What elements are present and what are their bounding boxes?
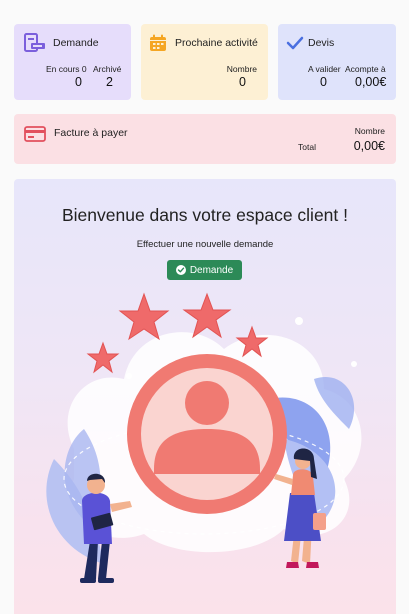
demande-archive-value: 2: [106, 75, 113, 89]
devis-card-title: Devis: [308, 37, 335, 49]
facture-total-value: 0,00€: [353, 139, 385, 153]
welcome-subtitle: Effectuer une nouvelle demande: [136, 239, 274, 250]
calendar-icon: [149, 34, 167, 57]
demande-en-cours-label: En cours 0: [46, 64, 87, 74]
devis-acompte-value: 0,00€: [355, 75, 387, 89]
check-circle-icon: [175, 265, 186, 275]
activite-card[interactable]: Prochaine activité Nombre 0: [141, 24, 268, 100]
checkmark-icon: [286, 36, 304, 55]
facture-total-label: Total: [298, 142, 316, 152]
activite-card-title: Prochaine activité: [175, 37, 258, 49]
activite-nombre-label: Nombre: [226, 64, 257, 74]
clipboard-form-icon: [24, 33, 46, 58]
facture-nombre-label: Nombre: [354, 126, 385, 136]
star-icon: [118, 292, 170, 341]
devis-a-valider-label: A valider: [308, 64, 341, 74]
demande-en-cours-value: 0: [75, 75, 82, 89]
avatar-head-icon: [185, 381, 229, 425]
star-icon: [86, 341, 120, 374]
demande-card-title: Demande: [53, 37, 99, 49]
decor-dot: [126, 373, 132, 379]
devis-a-valider-value: 0: [320, 75, 327, 89]
devis-acompte-label: Acompte à: [345, 64, 386, 74]
welcome-title: Bienvenue dans votre espace client !: [61, 205, 348, 225]
devis-card[interactable]: Devis A valider Acompte à 0 0,00€: [278, 24, 396, 100]
decor-dot: [295, 317, 303, 325]
new-demande-button[interactable]: Demande: [167, 260, 242, 280]
welcome-panel: Bienvenue dans votre espace client ! Eff…: [14, 179, 396, 614]
new-demande-button-label: Demande: [189, 264, 234, 276]
activite-nombre-value: 0: [239, 75, 246, 89]
star-icon: [182, 292, 232, 339]
facture-card-title: Facture à payer: [54, 127, 128, 139]
demande-card[interactable]: Demande En cours 0 Archivé 0 2: [14, 24, 131, 100]
demande-archive-label: Archivé: [93, 64, 122, 74]
credit-card-icon: [24, 126, 46, 147]
decor-dot: [351, 361, 357, 367]
facture-card[interactable]: Facture à payer Nombre Total 0,00€: [14, 114, 396, 164]
customer-satisfaction-illustration: [46, 292, 362, 583]
